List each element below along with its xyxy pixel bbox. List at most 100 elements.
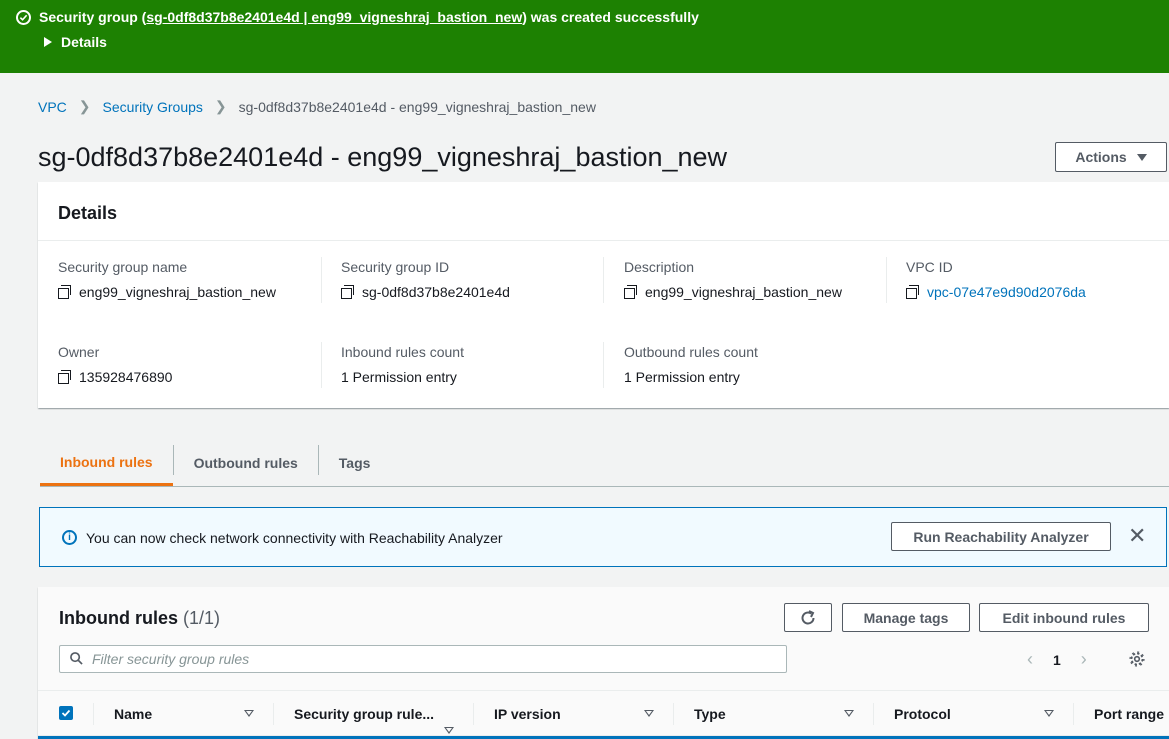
reachability-info-alert: i You can now check network connectivity… xyxy=(39,507,1167,567)
field-outbound-rules-count: Outbound rules count 1 Permission entry xyxy=(624,344,758,385)
select-all-checkbox[interactable] xyxy=(59,706,73,720)
field-security-group-name: Security group name eng99_vigneshraj_bas… xyxy=(58,259,276,300)
divider xyxy=(603,342,604,388)
chevron-right-icon: ❯ xyxy=(214,98,227,114)
flash-suffix: ) was created successfully xyxy=(522,9,699,25)
column-label: Name xyxy=(114,706,153,722)
flash-prefix: Security group ( xyxy=(39,9,147,25)
inbound-rules-title: Inbound rules (1/1) xyxy=(59,608,220,629)
column-label: Security group rule... xyxy=(294,706,435,722)
panel-title-text: Inbound rules xyxy=(59,608,178,628)
field-label: Security group name xyxy=(58,259,188,275)
gear-icon[interactable] xyxy=(1128,650,1146,668)
copy-icon[interactable] xyxy=(58,370,72,384)
breadcrumb: VPC ❯ Security Groups ❯ sg-0df8d37b8e240… xyxy=(38,98,596,115)
filter-placeholder: Filter security group rules xyxy=(92,651,250,667)
tab-tags[interactable]: Tags xyxy=(319,440,391,486)
field-value: eng99_vigneshraj_bastion_new xyxy=(79,284,276,300)
chevron-right-icon: ❯ xyxy=(78,98,91,114)
copy-icon[interactable] xyxy=(906,285,920,299)
panel-header: Inbound rules (1/1) Manage tags Edit inb… xyxy=(38,587,1169,690)
field-value: eng99_vigneshraj_bastion_new xyxy=(645,284,842,300)
copy-icon[interactable] xyxy=(624,285,638,299)
flash-details-toggle[interactable]: Details xyxy=(44,34,107,50)
field-description: Description eng99_vigneshraj_bastion_new xyxy=(624,259,842,300)
column-header-sg-rule[interactable]: Security group rule... xyxy=(294,691,474,737)
actions-label: Actions xyxy=(1075,149,1127,165)
tab-inbound-rules[interactable]: Inbound rules xyxy=(40,440,173,486)
run-reachability-analyzer-button[interactable]: Run Reachability Analyzer xyxy=(891,522,1111,551)
sort-icon xyxy=(844,710,854,717)
column-label: IP version xyxy=(494,706,561,722)
field-value: sg-0df8d37b8e2401e4d xyxy=(362,284,510,300)
table-header: Name Security group rule... IP version T… xyxy=(38,690,1169,736)
field-value: 1 Permission entry xyxy=(341,369,457,385)
column-header-type[interactable]: Type xyxy=(694,691,854,737)
details-container: Details Security group name eng99_vignes… xyxy=(38,182,1169,408)
column-divider xyxy=(473,703,474,725)
page-number[interactable]: 1 xyxy=(1053,652,1061,668)
copy-icon[interactable] xyxy=(341,285,355,299)
success-check-icon xyxy=(16,9,31,25)
field-label: Outbound rules count xyxy=(624,344,758,360)
info-icon: i xyxy=(62,530,77,545)
edit-inbound-rules-button[interactable]: Edit inbound rules xyxy=(979,603,1149,632)
divider xyxy=(886,257,887,303)
breadcrumb-current: sg-0df8d37b8e2401e4d - eng99_vigneshraj_… xyxy=(238,98,596,115)
field-label: Security group ID xyxy=(341,259,450,275)
inbound-rules-panel: Inbound rules (1/1) Manage tags Edit inb… xyxy=(38,587,1169,739)
field-value: 1 Permission entry xyxy=(624,369,740,385)
chevron-left-icon[interactable]: ‹ xyxy=(1027,649,1033,670)
alert-message: You can now check network connectivity w… xyxy=(86,530,503,546)
flash-details-label: Details xyxy=(61,34,107,50)
details-heading: Details xyxy=(38,182,1169,241)
column-divider xyxy=(273,703,274,725)
field-inbound-rules-count: Inbound rules count 1 Permission entry xyxy=(341,344,464,385)
breadcrumb-security-groups[interactable]: Security Groups xyxy=(103,99,203,115)
field-label: Owner xyxy=(58,344,100,360)
refresh-button[interactable] xyxy=(784,603,832,632)
page-title: sg-0df8d37b8e2401e4d - eng99_vigneshraj_… xyxy=(38,142,728,172)
column-divider xyxy=(93,703,94,725)
copy-icon[interactable] xyxy=(58,285,72,299)
divider xyxy=(321,257,322,303)
column-label: Type xyxy=(694,706,726,722)
sort-icon xyxy=(444,727,454,734)
caret-right-icon xyxy=(44,37,52,47)
vpc-id-link[interactable]: vpc-07e47e9d90d2076da xyxy=(927,284,1086,300)
field-label: VPC ID xyxy=(906,259,953,275)
sort-icon xyxy=(644,710,654,717)
filter-input[interactable]: Filter security group rules xyxy=(59,645,787,673)
field-security-group-id: Security group ID sg-0df8d37b8e2401e4d xyxy=(341,259,510,300)
success-flash-banner: Security group (sg-0df8d37b8e2401e4d | e… xyxy=(0,0,1169,73)
column-divider xyxy=(1073,703,1074,725)
breadcrumb-vpc[interactable]: VPC xyxy=(38,99,67,115)
column-header-port-range[interactable]: Port range xyxy=(1094,691,1169,737)
actions-button[interactable]: Actions xyxy=(1055,142,1167,172)
column-header-ip-version[interactable]: IP version xyxy=(494,691,654,737)
column-label: Protocol xyxy=(894,706,951,722)
caret-down-icon xyxy=(1136,153,1147,161)
column-header-name[interactable]: Name xyxy=(114,691,274,737)
column-header-protocol[interactable]: Protocol xyxy=(894,691,1054,737)
field-value: 135928476890 xyxy=(79,369,173,385)
pagination: ‹ 1 › xyxy=(1027,649,1087,670)
sort-icon xyxy=(244,710,254,717)
field-label: Description xyxy=(624,259,695,275)
sort-icon xyxy=(1044,710,1054,717)
close-icon[interactable]: ✕ xyxy=(1128,525,1146,547)
refresh-icon xyxy=(801,609,815,624)
manage-tags-button[interactable]: Manage tags xyxy=(842,603,970,632)
flash-security-group-link[interactable]: sg-0df8d37b8e2401e4d | eng99_vigneshraj_… xyxy=(146,9,522,25)
search-icon xyxy=(70,652,83,665)
field-vpc-id: VPC ID vpc-07e47e9d90d2076da xyxy=(906,259,1086,300)
flash-message: Security group (sg-0df8d37b8e2401e4d | e… xyxy=(16,9,699,25)
rules-count: (1/1) xyxy=(183,608,221,628)
tabs: Inbound rules Outbound rules Tags xyxy=(40,440,1169,487)
column-label: Port range xyxy=(1094,706,1165,722)
column-divider xyxy=(873,703,874,725)
tab-outbound-rules[interactable]: Outbound rules xyxy=(174,440,318,486)
field-owner: Owner 135928476890 xyxy=(58,344,172,385)
divider xyxy=(321,342,322,388)
chevron-right-icon[interactable]: › xyxy=(1081,649,1087,670)
